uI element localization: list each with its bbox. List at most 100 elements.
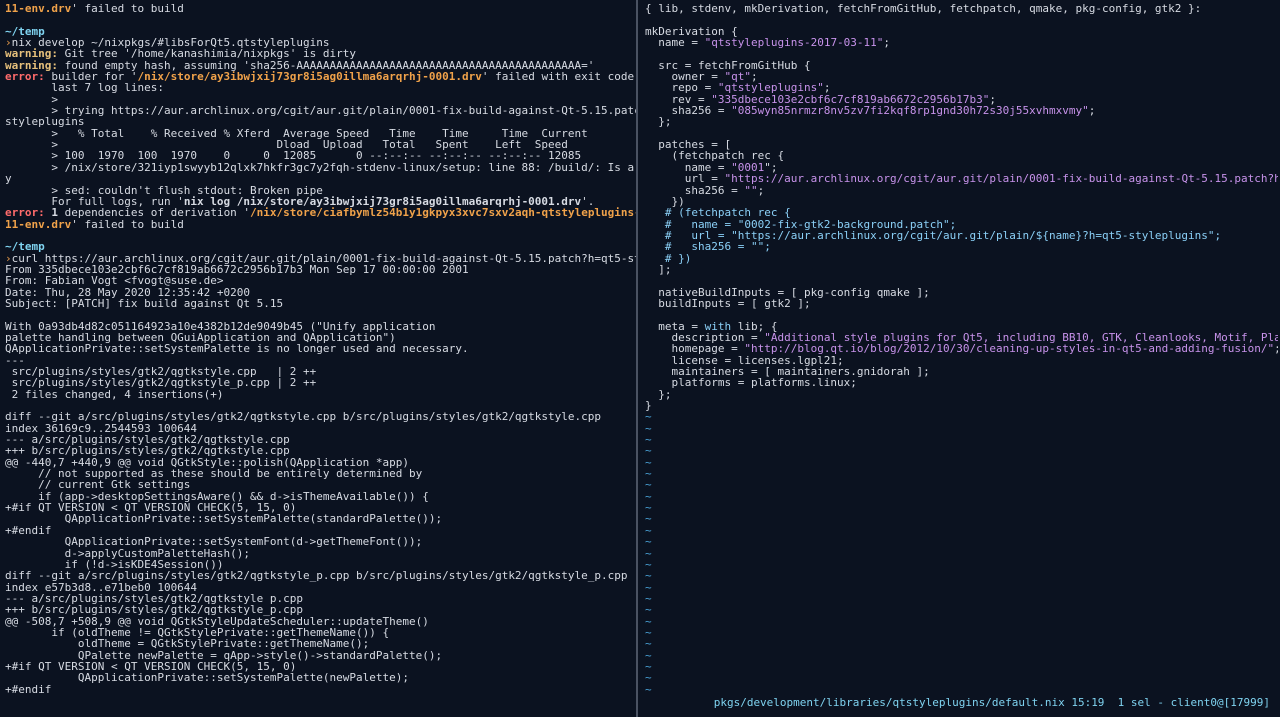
text-segment: # (fetchpatch rec { [645, 207, 791, 219]
text-segment: +#if QT_VERSION < QT_VERSION_CHECK(5, 15… [5, 502, 297, 514]
terminal-line: From: Fabian Vogt <fvogt@suse.de> [5, 275, 636, 286]
text-segment: +++ b/src/plugins/styles/gtk2/qgtkstyle_… [5, 604, 304, 616]
text-segment: name = [645, 37, 705, 49]
editor-line: } [645, 400, 1278, 411]
text-segment: QApplicationPrivate::setSystemPalette(st… [5, 513, 443, 525]
text-segment: y [5, 173, 12, 185]
terminal-line: +#if QT_VERSION < QT_VERSION_CHECK(5, 15… [5, 661, 636, 672]
text-segment: > trying https://aur.archlinux.org/cgit/… [5, 105, 636, 117]
text-segment: "qtstyleplugins" [717, 82, 824, 94]
terminal-line: For full logs, run 'nix log /nix/store/a… [5, 196, 636, 207]
text-segment: +#endif [5, 683, 52, 695]
editor-pane[interactable]: { lib, stdenv, mkDerivation, fetchFromGi… [638, 0, 1278, 717]
editor-line: ]; [645, 264, 1278, 275]
text-segment: +#endif [5, 524, 52, 537]
terminal-line: @@ -440,7 +440,9 @@ void QGtkStyle::poli… [5, 457, 636, 468]
editor-line: ~ [645, 684, 1278, 695]
text-segment: From 335dbece103e2cbf6c7cf819ab6672c2956… [5, 263, 469, 276]
text-segment: index 36169c9..2544593 100644 [5, 422, 198, 435]
terminal-line: ~/temp [5, 241, 636, 252]
text-segment: // not supported as these should be enti… [5, 468, 423, 480]
editor-line: ~ [645, 536, 1278, 547]
text-segment: 11-env.drv [5, 218, 72, 230]
text-segment: ~/temp [5, 241, 45, 253]
editor-line: description = "Additional style plugins … [645, 332, 1278, 343]
text-segment: }; [645, 388, 672, 401]
editor-line: ~ [645, 672, 1278, 683]
text-segment: > sed: couldn't flush stdout: Broken pip… [5, 184, 323, 196]
text-segment: ~ [645, 638, 652, 650]
editor-line: ~ [645, 559, 1278, 570]
text-segment: @@ -440,7 +440,9 @@ void QGtkStyle::poli… [5, 456, 409, 469]
text-segment: ~ [645, 660, 652, 673]
terminal-line: QApplicationPrivate::setSystemFont(d->ge… [5, 536, 636, 547]
editor-line: ~ [645, 661, 1278, 672]
editor-line: ~ [645, 570, 1278, 581]
terminal-line: QApplicationPrivate::setSystemPalette(ne… [5, 672, 636, 683]
text-segment: }) [645, 195, 685, 208]
editor-line: src = fetchFromGitHub { [645, 60, 1278, 71]
text-segment: sha256 = [645, 105, 732, 117]
text-segment: builder for ' [44, 71, 138, 83]
text-segment: > 100 1970 100 1970 0 0 12085 0 --:--:--… [5, 150, 582, 162]
editor-line: { lib, stdenv, mkDerivation, fetchFromGi… [645, 3, 1278, 14]
text-segment: ~ [645, 672, 652, 684]
editor-line: ~ [645, 479, 1278, 490]
text-segment: ~ [645, 626, 652, 639]
text-segment: +#if QT_VERSION < QT_VERSION_CHECK(5, 15… [5, 660, 297, 673]
text-segment: error: [5, 207, 45, 219]
terminal-line: 11-env.drv' failed to build [5, 219, 636, 230]
editor-buffer[interactable]: { lib, stdenv, mkDerivation, fetchFromGi… [645, 3, 1278, 695]
text-segment: rev = [645, 93, 712, 106]
editor-line: ~ [645, 513, 1278, 524]
terminal-line: index e57b3d8..e71beb0 100644 [5, 582, 636, 593]
editor-line: # (fetchpatch rec { [645, 207, 1278, 218]
text-segment: { lib, stdenv, mkDerivation, fetchFromGi… [645, 3, 1202, 15]
editor-line: # name = "0002-fix-gtk2-background.patch… [645, 219, 1278, 230]
text-segment: # }) [645, 252, 692, 264]
terminal-pane[interactable]: 11-env.drv' failed to build ~/temp ›nix de… [0, 0, 638, 717]
terminal-line: y [5, 173, 636, 184]
terminal-line: if (oldTheme != QGtkStylePrivate::getThe… [5, 627, 636, 638]
text-segment: '. [581, 195, 595, 208]
text-segment: "qt" [724, 71, 751, 83]
text-segment: src/plugins/styles/gtk2/qgtkstyle.cpp | … [5, 366, 317, 378]
text-segment: ~ [645, 524, 652, 537]
text-segment: > /nix/store/321iyp1swyyb12qlxk7hkfr3gc7… [5, 161, 636, 174]
editor-line: ~ [645, 638, 1278, 649]
terminal-line: oldTheme = QGtkStylePrivate::getThemeNam… [5, 638, 636, 649]
terminal-line: QApplicationPrivate::setSystemPalette is… [5, 343, 636, 354]
text-segment: ~ [645, 502, 652, 514]
text-segment: last 7 log lines: [5, 82, 164, 94]
text-segment: nix log /nix/store/ay3ibwjxij73gr8i5ag0i… [183, 195, 582, 208]
text-segment: "http://blog.qt.io/blog/2012/10/30/clean… [744, 343, 1275, 355]
text-segment: > % Total % Received % Xferd Average Spe… [5, 127, 588, 140]
terminal-line: if (!d->isKDE4Session()) [5, 559, 636, 570]
text-segment: ~ [645, 615, 652, 627]
terminal-line: > sed: couldn't flush stdout: Broken pip… [5, 185, 636, 196]
text-segment: oldTheme = QGtkStylePrivate::getThemeNam… [5, 638, 370, 650]
text-segment: ; [1274, 343, 1278, 354]
terminal-line: @@ -508,7 +508,9 @@ void QGtkStyleUpdate… [5, 616, 636, 627]
editor-line: license = licenses.lgpl21; [645, 355, 1278, 366]
editor-line: name = "0001"; [645, 162, 1278, 173]
text-segment: # name = "0002-fix-gtk2-background.patch… [645, 218, 957, 230]
terminal-line: warning: Git tree '/home/kanashimia/nixp… [5, 48, 636, 59]
editor-line: ~ [645, 616, 1278, 627]
text-segment: nativeBuildInputs = [ pkg-config qmake ]… [645, 286, 930, 298]
editor-line: ~ [645, 627, 1278, 638]
text-segment: From: Fabian Vogt <fvogt@suse.de> [5, 275, 224, 287]
text-segment: ; [770, 161, 778, 174]
text-segment: QPalette newPalette = qApp->style()->sta… [5, 649, 443, 661]
text-segment: ~ [645, 581, 652, 593]
text-segment: ~ [645, 513, 652, 525]
editor-line: url = "https://aur.archlinux.org/cgit/au… [645, 173, 1278, 184]
editor-line: ~ [645, 411, 1278, 422]
terminal-line: --- a/src/plugins/styles/gtk2/qgtkstyle.… [5, 434, 636, 445]
terminal-line: last 7 log lines: [5, 82, 636, 93]
text-segment: warning: [5, 59, 58, 72]
editor-line: # sha256 = ""; [645, 241, 1278, 252]
terminal-line: Subject: [PATCH] fix build against Qt 5.… [5, 298, 636, 309]
